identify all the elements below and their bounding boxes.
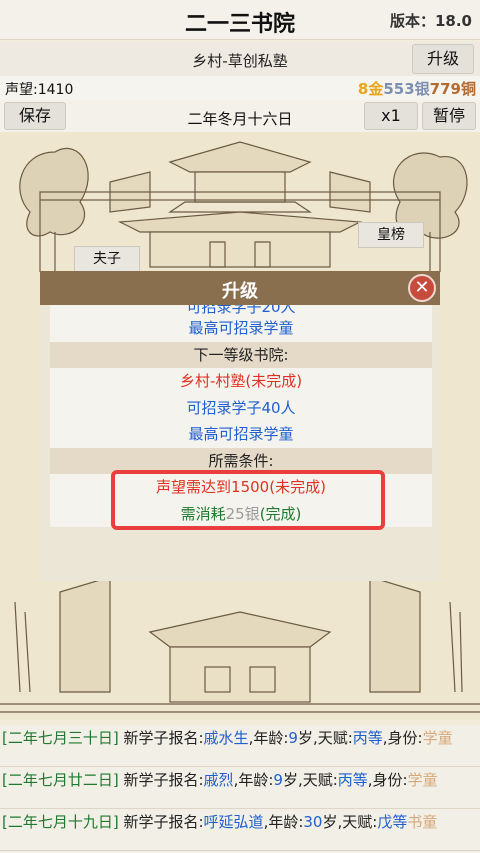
dialog-row: 可招录学子40人: [50, 394, 432, 421]
copper-amount: 779: [429, 80, 461, 98]
log-item: [二年七月三十日] 新学子报名:戚水生,年龄:9岁,天赋:丙等,身份:学童: [0, 725, 480, 767]
speed-button[interactable]: x1: [364, 102, 418, 130]
fame-label: 声望:1410: [5, 82, 74, 98]
silver-unit: 银: [414, 80, 430, 98]
dialog-row: 最高可招录学童: [50, 315, 432, 342]
dialog-row: 最高可招录学童: [50, 421, 432, 448]
academy-level-label: 乡村-草创私塾: [192, 52, 288, 70]
money-display: 8金553银779铜: [358, 78, 476, 99]
dialog-row: 可招录学子20人: [50, 305, 432, 315]
dialog-title: 升级: [222, 281, 258, 302]
pause-button[interactable]: 暂停: [422, 102, 476, 130]
version-label: 版本：18.0: [389, 12, 472, 30]
gold-amount: 8: [357, 80, 369, 98]
silver-amount: 553: [383, 80, 415, 98]
log-item: [二年七月十九日] 新学子报名:呼延弘道,年龄:30岁,天赋:戊等书童: [0, 809, 480, 851]
dialog-row: 乡村-村塾(未完成): [50, 368, 432, 395]
event-log[interactable]: [二年七月三十日] 新学子报名:戚水生,年龄:9岁,天赋:丙等,身份:学童 [二…: [0, 725, 480, 853]
dialog-header: 升级 ✕: [40, 271, 440, 305]
upgrade-button[interactable]: 升级: [412, 44, 474, 74]
teacher-button[interactable]: 夫子: [74, 246, 140, 272]
resource-bar: 声望:1410 8金553银779铜: [0, 76, 480, 100]
copper-unit: 铜: [460, 80, 476, 98]
title-bar: 二一三书院 版本：18.0: [0, 0, 480, 40]
imperial-ranking-button[interactable]: 皇榜: [358, 222, 424, 248]
close-icon[interactable]: ✕: [408, 274, 436, 302]
highlight-box: [111, 470, 385, 530]
upgrade-dialog: 升级 ✕ 可招录学子20人 最高可招录学童 下一等级书院: 乡村-村塾(未完成)…: [40, 271, 440, 581]
log-item: [二年七月廿二日] 新学子报名:戚烈,年龄:9岁,天赋:丙等,身份:学童: [0, 767, 480, 809]
academy-level-bar: 乡村-草创私塾: [0, 42, 480, 76]
dialog-row: 下一等级书院:: [50, 341, 432, 368]
gold-unit: 金: [368, 80, 384, 98]
